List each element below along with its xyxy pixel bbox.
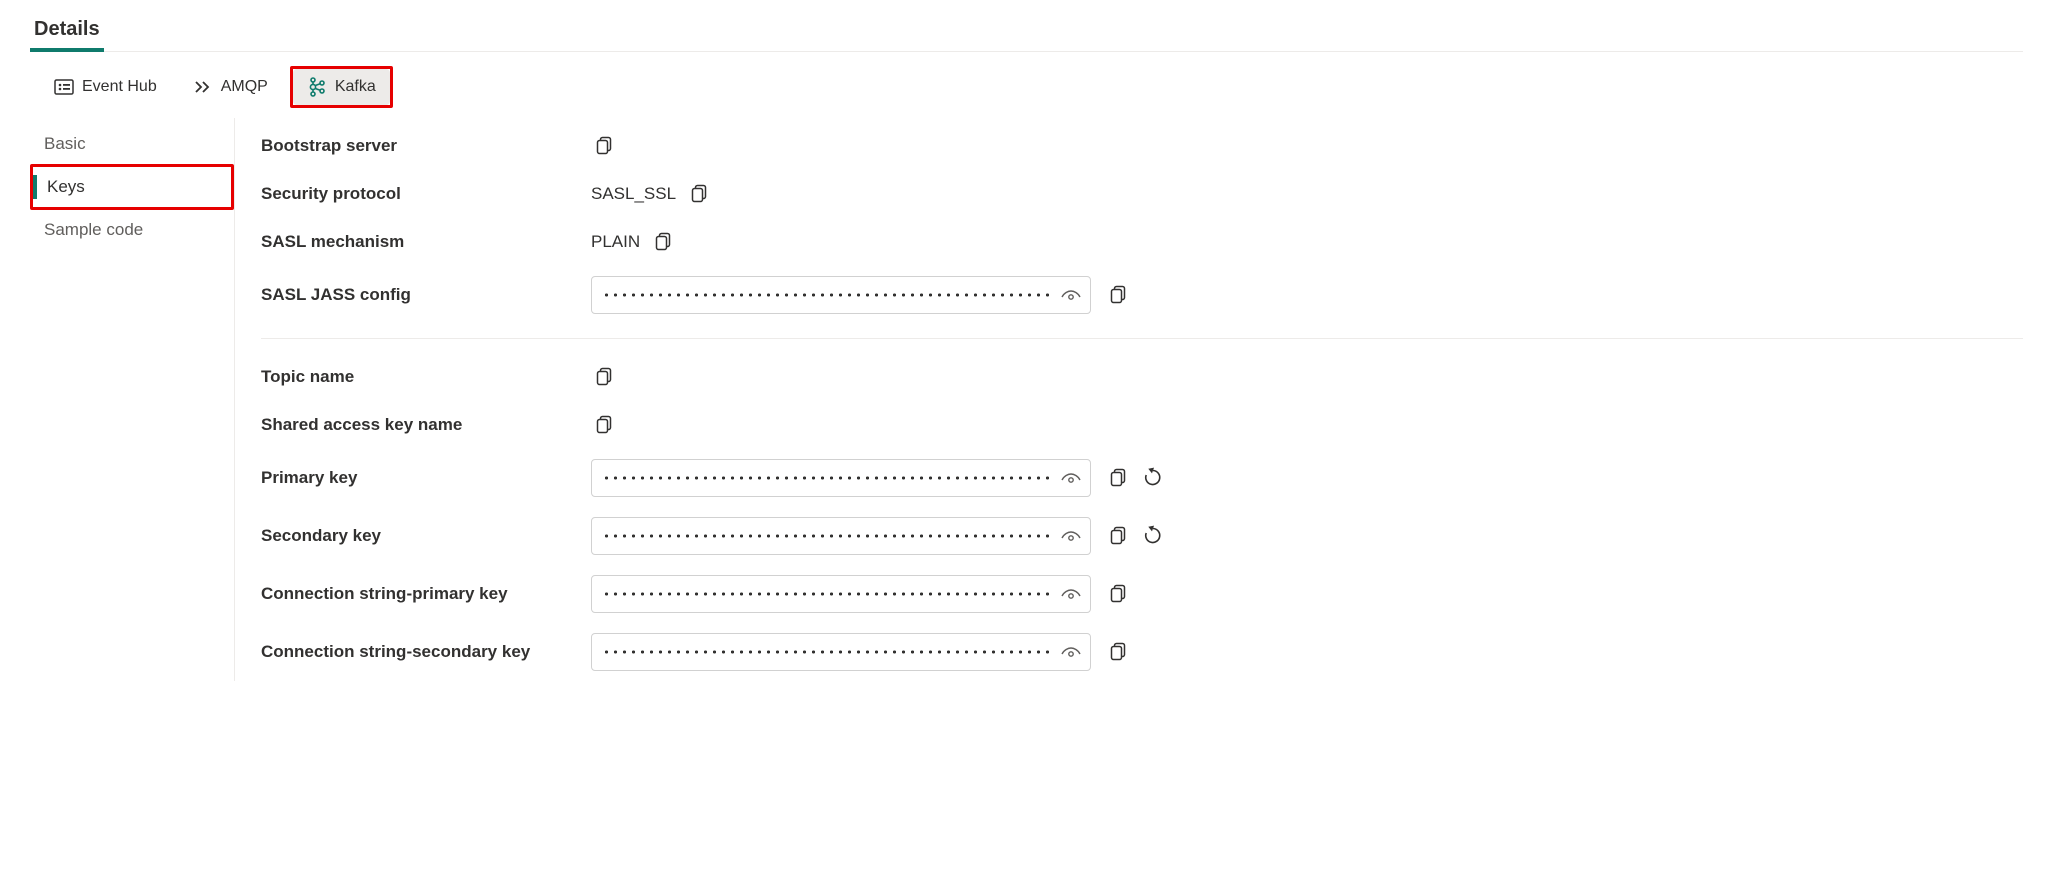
- copy-button[interactable]: [1105, 522, 1133, 550]
- tab-event-hub-label: Event Hub: [82, 78, 157, 96]
- masked-value: [602, 648, 1054, 656]
- copy-button[interactable]: [591, 132, 619, 160]
- sidebar-item-sample-code[interactable]: Sample code: [30, 210, 234, 250]
- highlight-keys: Keys: [30, 164, 234, 210]
- tab-amqp[interactable]: AMQP: [179, 70, 282, 104]
- tab-details[interactable]: Details: [30, 12, 104, 51]
- value-security-protocol: SASL_SSL: [591, 184, 676, 204]
- label-bootstrap-server: Bootstrap server: [261, 136, 591, 156]
- reveal-button[interactable]: [1058, 282, 1084, 308]
- highlight-kafka: Kafka: [290, 66, 393, 108]
- secondary-key-field[interactable]: [591, 517, 1091, 555]
- tab-event-hub[interactable]: Event Hub: [40, 70, 171, 104]
- copy-button[interactable]: [1105, 638, 1133, 666]
- copy-button[interactable]: [686, 180, 714, 208]
- kafka-icon: [307, 76, 327, 98]
- label-sasl-jass-config: SASL JASS config: [261, 285, 591, 305]
- regenerate-button[interactable]: [1139, 464, 1167, 492]
- masked-value: [602, 532, 1054, 540]
- reveal-button[interactable]: [1058, 581, 1084, 607]
- reveal-button[interactable]: [1058, 465, 1084, 491]
- connection-string-secondary-field[interactable]: [591, 633, 1091, 671]
- reveal-button[interactable]: [1058, 523, 1084, 549]
- divider: [261, 338, 2023, 339]
- event-hub-icon: [54, 77, 74, 97]
- sidebar-item-keys[interactable]: Keys: [33, 167, 231, 207]
- masked-value: [602, 291, 1054, 299]
- value-sasl-mechanism: PLAIN: [591, 232, 640, 252]
- label-shared-access-key-name: Shared access key name: [261, 415, 591, 435]
- copy-button[interactable]: [1105, 281, 1133, 309]
- reveal-button[interactable]: [1058, 639, 1084, 665]
- masked-value: [602, 590, 1054, 598]
- tab-kafka[interactable]: Kafka: [293, 69, 390, 105]
- sidebar-item-basic[interactable]: Basic: [30, 124, 234, 164]
- connection-string-primary-field[interactable]: [591, 575, 1091, 613]
- copy-button[interactable]: [591, 363, 619, 391]
- label-connection-string-primary: Connection string-primary key: [261, 584, 591, 604]
- copy-button[interactable]: [1105, 464, 1133, 492]
- label-topic-name: Topic name: [261, 367, 591, 387]
- copy-button[interactable]: [650, 228, 678, 256]
- label-connection-string-secondary: Connection string-secondary key: [261, 642, 591, 662]
- masked-value: [602, 474, 1054, 482]
- label-sasl-mechanism: SASL mechanism: [261, 232, 591, 252]
- regenerate-button[interactable]: [1139, 522, 1167, 550]
- protocol-tabs: Event Hub AMQP Kafka: [30, 52, 2023, 108]
- copy-button[interactable]: [1105, 580, 1133, 608]
- main-panel: Bootstrap server Security protocol SASL_…: [235, 118, 2023, 681]
- tab-amqp-label: AMQP: [221, 78, 268, 96]
- primary-key-field[interactable]: [591, 459, 1091, 497]
- label-primary-key: Primary key: [261, 468, 591, 488]
- side-nav: Basic Keys Sample code: [30, 118, 235, 681]
- top-tabs: Details: [30, 0, 2023, 52]
- copy-button[interactable]: [591, 411, 619, 439]
- sasl-jass-config-field[interactable]: [591, 276, 1091, 314]
- label-security-protocol: Security protocol: [261, 184, 591, 204]
- label-secondary-key: Secondary key: [261, 526, 591, 546]
- tab-kafka-label: Kafka: [335, 78, 376, 96]
- amqp-icon: [193, 77, 213, 97]
